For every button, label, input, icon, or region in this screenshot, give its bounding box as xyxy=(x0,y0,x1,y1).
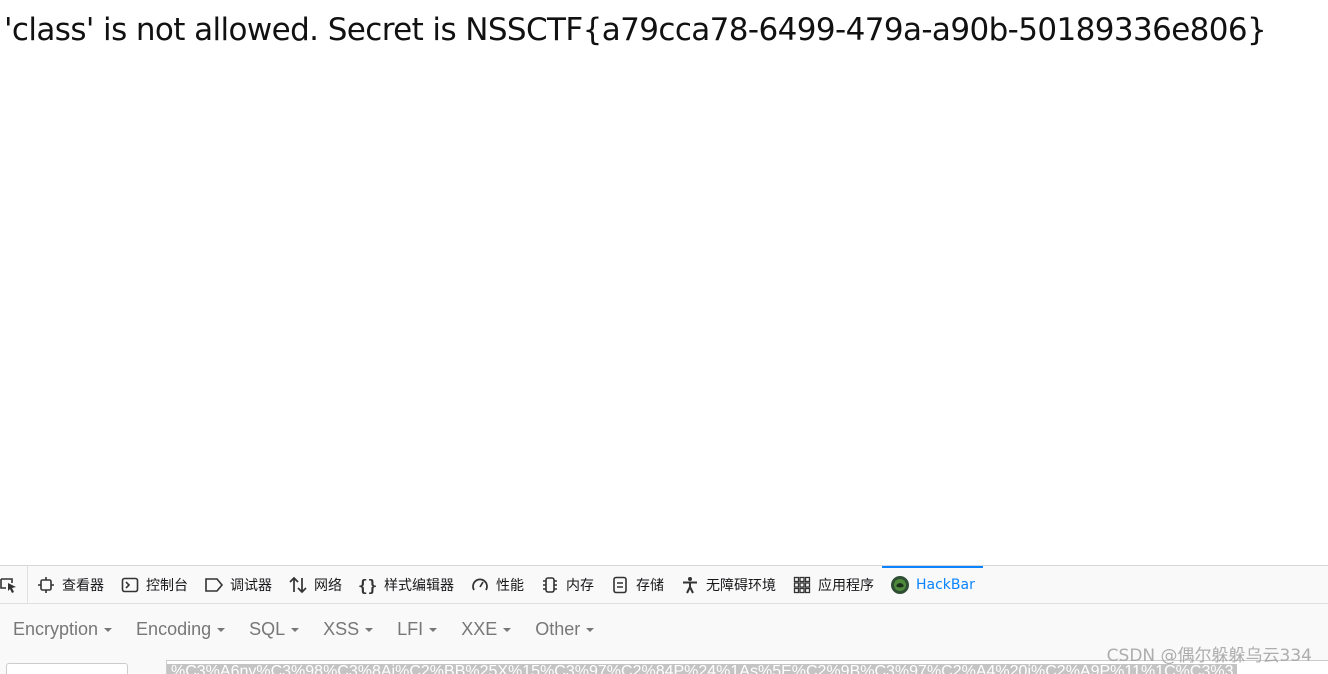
memory-icon xyxy=(540,575,560,595)
tab-inspector[interactable]: 查看器 xyxy=(28,566,112,603)
element-picker-icon xyxy=(0,576,18,594)
menu-encryption[interactable]: Encryption xyxy=(6,619,119,640)
menu-other[interactable]: Other xyxy=(528,619,601,640)
page-content: 'class' is not allowed. Secret is NSSCTF… xyxy=(0,0,1328,565)
page-message: 'class' is not allowed. Secret is NSSCTF… xyxy=(4,12,1267,48)
menu-encoding[interactable]: Encoding xyxy=(129,619,232,640)
tab-label: 内存 xyxy=(566,577,594,594)
tab-label: 查看器 xyxy=(62,577,104,594)
tab-label: HackBar xyxy=(916,576,975,593)
tab-style-editor[interactable]: {} 样式编辑器 xyxy=(350,566,462,603)
network-icon xyxy=(288,575,308,595)
storage-icon xyxy=(610,575,630,595)
menu-label: XSS xyxy=(323,618,360,639)
devtools-tab-bar: 查看器 控制台 调试器 网络 {} 样式编辑器 性能 内存 存储 无障碍环境 应… xyxy=(0,566,1328,604)
caret-down-icon xyxy=(104,628,113,632)
watermark: CSDN @偶尔躲躲乌云334 xyxy=(1106,646,1312,666)
tab-application[interactable]: 应用程序 xyxy=(784,566,882,603)
hackbar-icon xyxy=(890,575,910,595)
performance-icon xyxy=(470,575,490,595)
menu-label: Other xyxy=(535,618,581,639)
debugger-icon xyxy=(204,575,224,595)
tab-label: 应用程序 xyxy=(818,577,874,594)
menu-lfi[interactable]: LFI xyxy=(390,619,444,640)
menu-sql[interactable]: SQL xyxy=(242,619,306,640)
tab-debugger[interactable]: 调试器 xyxy=(196,566,280,603)
menu-label: SQL xyxy=(249,618,286,639)
tab-console[interactable]: 控制台 xyxy=(112,566,196,603)
menu-label: XXE xyxy=(461,618,498,639)
caret-down-icon xyxy=(291,628,300,632)
tab-label: 调试器 xyxy=(230,577,272,594)
menu-xxe[interactable]: XXE xyxy=(454,619,518,640)
style-editor-icon: {} xyxy=(358,575,378,595)
tab-accessibility[interactable]: 无障碍环境 xyxy=(672,566,784,603)
accessibility-icon xyxy=(680,575,700,595)
tab-hackbar[interactable]: HackBar xyxy=(882,566,983,603)
load-url-button[interactable] xyxy=(6,663,128,674)
menu-xss[interactable]: XSS xyxy=(316,619,380,640)
svg-text:{}: {} xyxy=(358,576,377,594)
application-icon xyxy=(792,575,812,595)
tab-label: 无障碍环境 xyxy=(706,577,776,594)
tab-label: 控制台 xyxy=(146,577,188,594)
menu-label: LFI xyxy=(397,618,424,639)
inspector-icon xyxy=(36,575,56,595)
tab-storage[interactable]: 存储 xyxy=(602,566,672,603)
tab-memory[interactable]: 内存 xyxy=(532,566,602,603)
tab-label: 性能 xyxy=(496,577,524,594)
console-icon xyxy=(120,575,140,595)
element-picker-button[interactable] xyxy=(0,566,28,603)
menu-label: Encoding xyxy=(136,618,212,639)
tab-label: 存储 xyxy=(636,577,664,594)
tab-network[interactable]: 网络 xyxy=(280,566,350,603)
tab-label: 样式编辑器 xyxy=(384,577,454,594)
caret-down-icon xyxy=(217,628,226,632)
caret-down-icon xyxy=(429,628,438,632)
menu-label: Encryption xyxy=(13,618,99,639)
caret-down-icon xyxy=(365,628,374,632)
tab-label: 网络 xyxy=(314,577,342,594)
tab-performance[interactable]: 性能 xyxy=(462,566,532,603)
caret-down-icon xyxy=(586,628,595,632)
caret-down-icon xyxy=(503,628,512,632)
